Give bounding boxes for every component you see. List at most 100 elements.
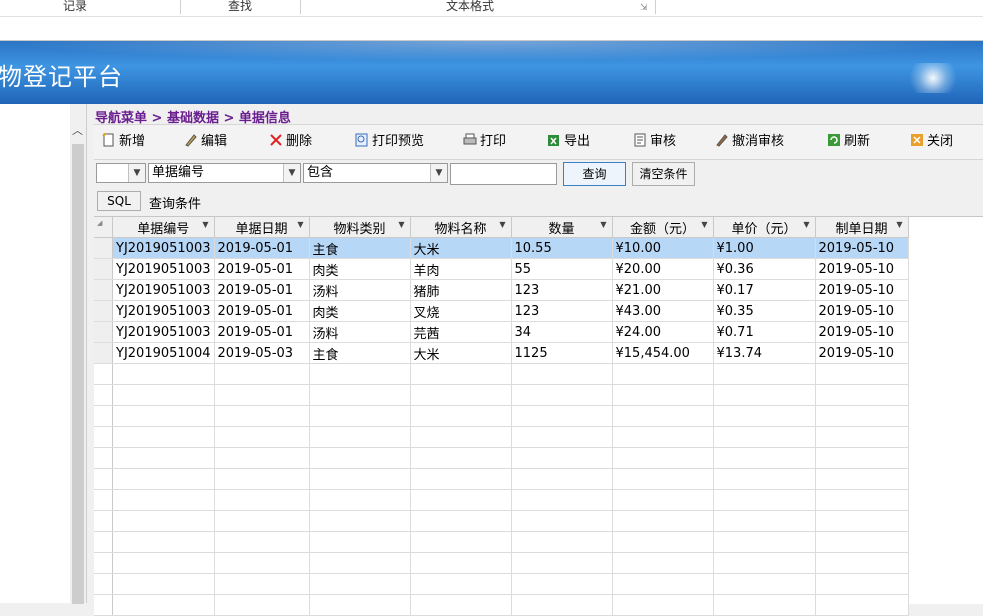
table-cell[interactable]: ¥15,454.00 [612, 342, 714, 364]
row-header[interactable] [94, 342, 113, 364]
column-header[interactable]: 单价（元） ▼ [713, 217, 816, 238]
table-cell[interactable]: 34 [511, 321, 613, 343]
sort-arrow-icon[interactable]: ▼ [202, 220, 208, 229]
table-cell[interactable]: YJ2019051003 [112, 237, 215, 259]
table-cell[interactable]: ¥0.35 [713, 300, 816, 322]
print-preview-button[interactable]: 打印预览 [355, 133, 424, 151]
table-cell[interactable]: 55 [511, 258, 613, 280]
table-cell[interactable]: 2019-05-10 [815, 342, 909, 364]
table-cell[interactable]: 1125 [511, 342, 613, 364]
edit-button[interactable]: 编辑 [184, 133, 227, 151]
sort-arrow-icon[interactable]: ▼ [600, 220, 606, 229]
scroll-up-icon[interactable]: ︿ [72, 122, 83, 138]
new-button[interactable]: 新增 [102, 133, 145, 151]
nav-scrollbar[interactable]: ︿ [70, 104, 87, 604]
table-row[interactable]: YJ2019051003 2019-05-01 肉类 叉烧 123 ¥43.00 ¥0.35… [94, 300, 909, 322]
ribbon-group-records[interactable]: 记录 [55, 0, 95, 14]
column-header[interactable]: 数量 ▼ [511, 217, 613, 238]
table-row[interactable]: YJ2019051003 2019-05-01 汤料 猪肺 123 ¥21.00 ¥0.17… [94, 279, 909, 301]
table-cell[interactable]: 2019-05-01 [214, 321, 310, 343]
table-cell[interactable]: ¥24.00 [612, 321, 714, 343]
scrollbar-thumb[interactable] [72, 144, 84, 604]
table-cell[interactable]: 2019-05-01 [214, 237, 310, 259]
table-cell[interactable]: 肉类 [309, 300, 411, 322]
ribbon-group-text-format[interactable]: 文本格式 [430, 0, 510, 14]
column-header[interactable]: 物料名称 ▼ [410, 217, 512, 238]
sort-arrow-icon[interactable]: ▼ [499, 220, 505, 229]
table-cell[interactable]: 2019-05-10 [815, 321, 909, 343]
table-cell[interactable]: ¥20.00 [612, 258, 714, 280]
sort-arrow-icon[interactable]: ▼ [297, 220, 303, 229]
table-row[interactable]: YJ2019051003 2019-05-01 主食 大米 10.55 ¥10.00 ¥1.… [94, 237, 909, 259]
table-cell[interactable]: ¥10.00 [612, 237, 714, 259]
unapprove-button[interactable]: 撤消审核 [715, 133, 784, 151]
approve-button[interactable]: 审核 [633, 133, 676, 151]
table-cell[interactable]: 羊肉 [410, 258, 512, 280]
table-cell[interactable]: YJ2019051003 [112, 279, 215, 301]
table-cell[interactable]: YJ2019051004 [112, 342, 215, 364]
table-cell[interactable]: 汤料 [309, 279, 411, 301]
query-button[interactable]: 查询 [563, 162, 626, 186]
data-grid[interactable]: ◢ 单据编号 ▼ 单据日期 ▼ 物料类别 ▼ 物料名称 ▼ 数量 ▼ 金额（元） ▼ 单价（… [94, 216, 983, 616]
table-cell[interactable]: ¥0.17 [713, 279, 816, 301]
row-header[interactable] [94, 321, 113, 343]
table-cell[interactable]: ¥21.00 [612, 279, 714, 301]
table-cell[interactable]: 大米 [410, 237, 512, 259]
column-header[interactable]: 制单日期 ▼ [815, 217, 909, 238]
ribbon-group-find[interactable]: 查找 [220, 0, 260, 14]
logic-select[interactable]: ▼ [96, 163, 146, 183]
table-cell[interactable]: 2019-05-01 [214, 279, 310, 301]
table-cell[interactable]: 2019-05-01 [214, 258, 310, 280]
sort-arrow-icon[interactable]: ▼ [398, 220, 404, 229]
table-cell[interactable]: ¥0.71 [713, 321, 816, 343]
grid-corner[interactable]: ◢ [94, 217, 113, 238]
table-cell[interactable]: 2019-05-10 [815, 279, 909, 301]
operator-select[interactable]: 包含 ▼ [303, 163, 448, 183]
table-cell[interactable]: YJ2019051003 [112, 300, 215, 322]
row-header[interactable] [94, 279, 113, 301]
row-header[interactable] [94, 258, 113, 280]
sort-arrow-icon[interactable]: ▼ [896, 220, 902, 229]
table-row[interactable]: YJ2019051003 2019-05-01 汤料 芫茜 34 ¥24.00 ¥0.71 2… [94, 321, 909, 343]
dialog-launcher-icon[interactable]: ⇲ [640, 3, 648, 13]
table-cell[interactable]: 主食 [309, 342, 411, 364]
table-cell[interactable]: 大米 [410, 342, 512, 364]
sort-arrow-icon[interactable]: ▼ [701, 220, 707, 229]
column-header[interactable]: 金额（元） ▼ [612, 217, 714, 238]
row-header[interactable] [94, 237, 113, 259]
table-cell[interactable]: ¥1.00 [713, 237, 816, 259]
table-cell[interactable]: 汤料 [309, 321, 411, 343]
table-cell[interactable]: ¥13.74 [713, 342, 816, 364]
table-row[interactable]: YJ2019051003 2019-05-01 肉类 羊肉 55 ¥20.00 ¥0.36 2… [94, 258, 909, 280]
table-cell[interactable]: YJ2019051003 [112, 258, 215, 280]
table-cell[interactable]: 123 [511, 300, 613, 322]
column-header[interactable]: 单据日期 ▼ [214, 217, 310, 238]
table-cell[interactable]: 123 [511, 279, 613, 301]
row-header[interactable] [94, 300, 113, 322]
table-cell[interactable]: 2019-05-10 [815, 300, 909, 322]
print-button[interactable]: 打印 [463, 133, 506, 151]
chevron-down-icon[interactable]: ▼ [283, 164, 300, 182]
close-button[interactable]: 关闭 [910, 133, 953, 151]
table-cell[interactable]: 2019-05-03 [214, 342, 310, 364]
table-cell[interactable]: 猪肺 [410, 279, 512, 301]
table-cell[interactable]: 芫茜 [410, 321, 512, 343]
field-select[interactable]: 单据编号 ▼ [148, 163, 301, 183]
table-cell[interactable]: 2019-05-01 [214, 300, 310, 322]
chevron-down-icon[interactable]: ▼ [128, 164, 145, 182]
nav-panel[interactable] [0, 104, 71, 603]
table-cell[interactable]: ¥43.00 [612, 300, 714, 322]
export-button[interactable]: 导出 [547, 133, 590, 151]
clear-conditions-button[interactable]: 清空条件 [632, 162, 695, 186]
sql-button[interactable]: SQL [97, 191, 141, 211]
column-header[interactable]: 物料类别 ▼ [309, 217, 411, 238]
sort-arrow-icon[interactable]: ▼ [803, 220, 809, 229]
delete-button[interactable]: 删除 [269, 133, 312, 151]
table-cell[interactable]: 2019-05-10 [815, 258, 909, 280]
chevron-down-icon[interactable]: ▼ [430, 164, 447, 182]
table-cell[interactable]: 肉类 [309, 258, 411, 280]
table-cell[interactable]: ¥0.36 [713, 258, 816, 280]
refresh-button[interactable]: 刷新 [827, 133, 870, 151]
search-value-input[interactable] [450, 163, 557, 185]
column-header[interactable]: 单据编号 ▼ [112, 217, 215, 238]
